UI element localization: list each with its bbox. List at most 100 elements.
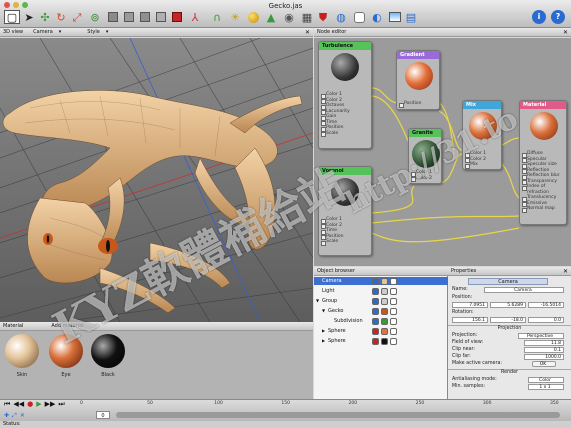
clip-far-field[interactable]: 1000.0 (524, 354, 564, 360)
render-tag-icon[interactable] (390, 277, 397, 285)
step-back-icon[interactable]: ◀◀ (13, 400, 24, 409)
node-input[interactable]: Index of refraction (520, 184, 566, 195)
cursor-icon[interactable]: ➤ (22, 10, 36, 24)
light-icon[interactable]: ☀ (228, 10, 242, 24)
position-x-field[interactable]: 7.0951 (452, 302, 488, 308)
cone-icon[interactable]: ▲ (264, 10, 278, 24)
position-z-field[interactable]: -16.5014 (528, 302, 564, 308)
select-icon[interactable]: ▢ (4, 10, 20, 24)
render-tag-icon[interactable] (390, 287, 397, 295)
chevron-down-icon[interactable]: ▾ (106, 29, 109, 35)
object-row[interactable]: ▶ Sphere (314, 337, 448, 345)
timeline-scrollbar[interactable] (116, 412, 560, 418)
joint-icon[interactable]: ⅄ (188, 10, 202, 24)
cube-icon[interactable] (154, 10, 168, 24)
node-voronoi[interactable]: Voronoi Color 1 Color 2 Time Position Sc… (318, 166, 372, 256)
rotation-y-field[interactable]: -18.0 (490, 317, 526, 323)
object-row[interactable]: Subdivision (314, 317, 448, 325)
node-mix[interactable]: Mix Color 1 Color 2 Mix (462, 100, 502, 170)
add-material-button[interactable]: Add material (51, 323, 83, 329)
frame-field[interactable]: 0 (96, 411, 110, 419)
close-icon[interactable]: ✕ (563, 268, 568, 275)
object-row[interactable]: ▶ Sphere (314, 327, 448, 335)
visibility-icon[interactable] (372, 307, 379, 315)
node-granite[interactable]: Granite Color 1 Color 2 (408, 128, 442, 184)
visibility-icon[interactable] (372, 337, 379, 345)
cube-icon[interactable] (106, 10, 120, 24)
projection-select[interactable]: Perspective (518, 333, 564, 339)
material-icon[interactable] (352, 10, 366, 24)
make-active-button[interactable]: OK (532, 361, 556, 367)
fov-field[interactable]: 11.8 (524, 340, 564, 346)
material-tag-icon[interactable] (381, 307, 388, 315)
tile-icon[interactable]: ▤ (404, 10, 418, 24)
render-tag-icon[interactable] (390, 317, 397, 325)
render-icon[interactable]: ▦ (300, 10, 314, 24)
record-icon[interactable]: ● (27, 400, 33, 409)
node-input[interactable]: Normal map (520, 206, 566, 212)
cube-icon[interactable] (138, 10, 152, 24)
timeline[interactable]: ⏮ ◀◀ ● ▶ ▶▶ ⏭ 0 50 100 150 200 250 300 350 ✚ ⤢ … (0, 399, 571, 421)
style-dropdown[interactable]: Style (87, 29, 100, 35)
disclosure-closed-icon[interactable]: ▶ (322, 327, 325, 335)
key-remove-icon[interactable]: ✕ (20, 412, 25, 420)
scene-icon[interactable]: ◐ (370, 10, 384, 24)
rotate-icon[interactable]: ↻ (54, 10, 68, 24)
help-icon[interactable]: ? (551, 10, 565, 24)
key-move-icon[interactable]: ⤢ (12, 412, 17, 420)
camera-dropdown[interactable]: Camera (33, 29, 53, 35)
image-icon[interactable] (388, 10, 402, 24)
close-icon[interactable]: ✕ (305, 29, 310, 36)
node-editor[interactable]: Turbulence Color 1 Color 2 Octaves Lacun… (314, 38, 571, 266)
disclosure-open-icon[interactable]: ▼ (316, 297, 319, 305)
visibility-icon[interactable] (372, 317, 379, 325)
render-tag-icon[interactable] (390, 337, 397, 345)
globe-icon[interactable]: ◍ (334, 10, 348, 24)
render-tag-icon[interactable] (390, 297, 397, 305)
shield-icon[interactable]: ⛊ (316, 10, 330, 24)
disclosure-closed-icon[interactable]: ▶ (322, 337, 325, 345)
forward-end-icon[interactable]: ⏭ (58, 400, 64, 409)
object-row[interactable]: ▼ Group (314, 297, 448, 305)
object-row[interactable]: Camera (314, 277, 448, 285)
red-cube-icon[interactable] (170, 10, 184, 24)
rotation-z-field[interactable]: 0.0 (528, 317, 564, 323)
camera-icon[interactable]: ◉ (282, 10, 296, 24)
key-add-icon[interactable]: ✚ (4, 412, 9, 420)
rotation-x-field[interactable]: 156.1 (452, 317, 488, 323)
render-tag-icon[interactable] (390, 327, 397, 335)
node-input[interactable]: Color 2 (409, 176, 441, 182)
node-input[interactable]: Position (397, 101, 439, 107)
node-gradient[interactable]: Gradient Position (396, 50, 440, 110)
visibility-icon[interactable] (372, 297, 379, 305)
gecko-model[interactable] (2, 90, 303, 314)
scale-icon[interactable]: ⤢ (70, 10, 84, 24)
visibility-icon[interactable] (372, 327, 379, 335)
close-icon[interactable]: ✕ (563, 29, 568, 36)
material-swatch-black[interactable] (91, 334, 125, 368)
render-tag-icon[interactable] (390, 307, 397, 315)
material-swatch-skin[interactable] (5, 334, 39, 368)
node-material[interactable]: Material Diffuse Specular Specular size … (519, 100, 567, 225)
node-input[interactable]: Scale (319, 131, 371, 137)
cube-icon[interactable] (122, 10, 136, 24)
play-icon[interactable]: ▶ (36, 400, 41, 409)
min-samples-select[interactable]: 1 x 1 (528, 384, 564, 390)
name-field[interactable]: Camera (484, 287, 564, 293)
material-tag-icon[interactable] (381, 317, 388, 325)
clip-near-field[interactable]: 0.1 (524, 347, 564, 353)
viewport-3d[interactable] (0, 38, 313, 322)
visibility-icon[interactable] (372, 287, 379, 295)
sphere-icon[interactable] (246, 10, 260, 24)
object-row[interactable]: Light (314, 287, 448, 295)
material-tag-icon[interactable] (381, 287, 388, 295)
material-tag-icon[interactable] (381, 327, 388, 335)
ring-icon[interactable]: ⊚ (88, 10, 102, 24)
rewind-icon[interactable]: ⏮ (4, 400, 10, 409)
node-turbulence[interactable]: Turbulence Color 1 Color 2 Octaves Lacun… (318, 41, 372, 149)
object-browser[interactable]: Object browser Camera Light ▼ Group ▼ Gecko Su… (314, 267, 448, 399)
chevron-down-icon[interactable]: ▾ (59, 29, 62, 35)
bend-icon[interactable]: ∩ (210, 10, 224, 24)
disclosure-open-icon[interactable]: ▼ (322, 307, 325, 315)
step-forward-icon[interactable]: ▶▶ (45, 400, 56, 409)
